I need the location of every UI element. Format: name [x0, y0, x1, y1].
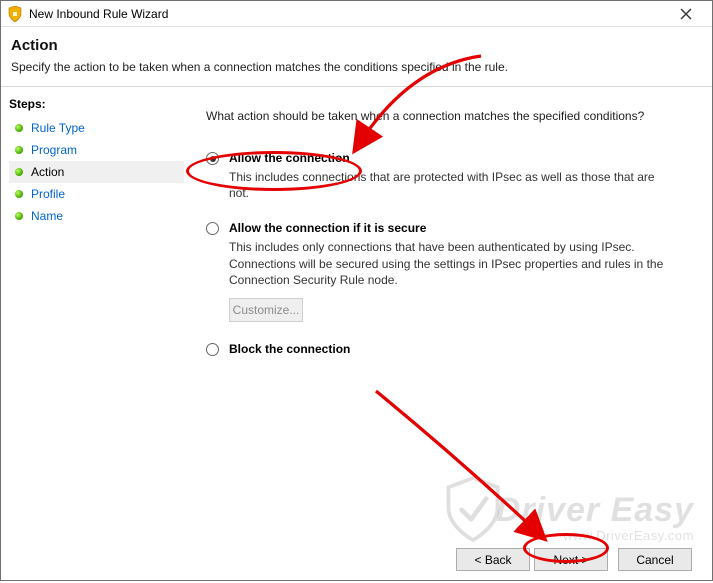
step-label: Action	[31, 165, 64, 179]
page-subtitle: Specify the action to be taken when a co…	[11, 60, 702, 74]
back-button[interactable]: < Back	[456, 548, 530, 571]
radio-block[interactable]	[206, 343, 219, 356]
step-profile[interactable]: Profile	[9, 183, 184, 205]
option-label[interactable]: Allow the connection if it is secure	[229, 221, 426, 235]
step-label: Program	[31, 143, 77, 157]
option-desc: This includes only connections that have…	[229, 239, 669, 288]
step-label: Rule Type	[31, 121, 85, 135]
bullet-icon	[15, 168, 23, 176]
wizard-body: Steps: Rule Type Program Action Profile …	[1, 87, 712, 583]
bullet-icon	[15, 146, 23, 154]
app-icon	[7, 6, 23, 22]
option-block: Block the connection	[206, 342, 694, 356]
bullet-icon	[15, 124, 23, 132]
steps-sidebar: Steps: Rule Type Program Action Profile …	[1, 87, 186, 583]
page-title: Action	[11, 37, 702, 54]
footer: < Back Next > Cancel	[1, 538, 712, 580]
step-label: Name	[31, 209, 63, 223]
close-icon	[680, 8, 692, 20]
window-title: New Inbound Rule Wizard	[29, 7, 666, 21]
main-panel: What action should be taken when a conne…	[186, 87, 712, 583]
main-prompt: What action should be taken when a conne…	[206, 109, 694, 123]
option-label[interactable]: Allow the connection	[229, 151, 350, 165]
wizard-header: Action Specify the action to be taken wh…	[1, 27, 712, 87]
next-button[interactable]: Next >	[534, 548, 608, 571]
step-name[interactable]: Name	[9, 205, 184, 227]
titlebar: New Inbound Rule Wizard	[1, 1, 712, 27]
step-rule-type[interactable]: Rule Type	[9, 117, 184, 139]
steps-label: Steps:	[9, 97, 184, 111]
radio-allow-secure[interactable]	[206, 222, 219, 235]
step-action[interactable]: Action	[9, 161, 184, 183]
cancel-button[interactable]: Cancel	[618, 548, 692, 571]
option-allow: Allow the connection This includes conne…	[206, 151, 694, 201]
close-button[interactable]	[666, 2, 706, 26]
option-allow-secure: Allow the connection if it is secure Thi…	[206, 221, 694, 322]
customize-button: Customize...	[229, 298, 303, 322]
bullet-icon	[15, 190, 23, 198]
radio-allow[interactable]	[206, 152, 219, 165]
option-label[interactable]: Block the connection	[229, 342, 350, 356]
option-desc: This includes connections that are prote…	[229, 169, 669, 201]
step-program[interactable]: Program	[9, 139, 184, 161]
step-label: Profile	[31, 187, 65, 201]
bullet-icon	[15, 212, 23, 220]
